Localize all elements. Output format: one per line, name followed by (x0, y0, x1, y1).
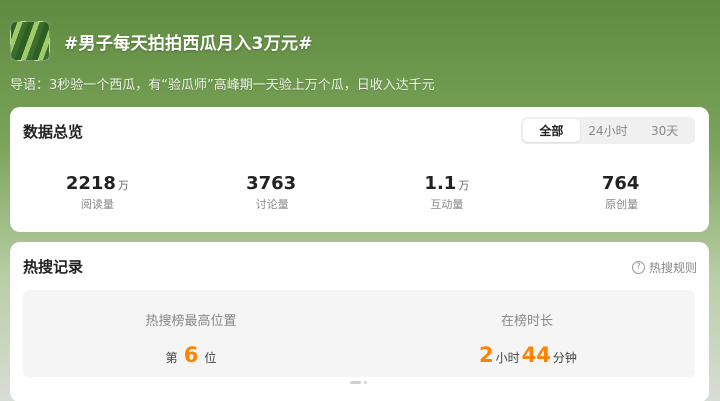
data-overview-card: 数据总览 全部 24小时 30天 2218 万 阅读量 3763 讨论量 1.1… (10, 107, 709, 232)
stat-label: 原创量 (605, 198, 639, 211)
peak-prefix: 第 (165, 351, 178, 365)
stat-value: 3763 (246, 173, 297, 194)
minutes-unit: 分钟 (552, 351, 577, 365)
topic-header: #男子每天拍拍西瓜月入3万元# (10, 18, 710, 64)
stat-label: 讨论量 (255, 198, 289, 211)
inactive-dot (364, 381, 367, 384)
hot-search-card: 热搜记录 ? 热搜规则 热搜榜最高位置 第 6 位 在榜时长 2 小时 44 分… (10, 242, 709, 401)
topic-title: #男子每天拍拍西瓜月入3万元# (64, 33, 313, 54)
stat-value: 2218 (65, 173, 116, 194)
tab-24h[interactable]: 24小时 (580, 119, 637, 142)
hot-search-panel: 热搜榜最高位置 第 6 位 在榜时长 2 小时 44 分钟 (23, 290, 695, 377)
stat-interactions: 1.1 万 互动量 (360, 173, 535, 212)
peak-suffix: 位 (204, 351, 217, 365)
stat-unit: 万 (117, 179, 129, 192)
topic-intro: 导语：3秒验一个西瓜，有“验瓜师”高峰期一天验上万个瓜，日收入达千元 (10, 78, 435, 93)
question-circle-icon: ? (631, 261, 645, 274)
hot-search-title: 热搜记录 (23, 258, 84, 276)
stat-value: 764 (601, 173, 640, 194)
hours-value: 2 (479, 343, 494, 367)
stat-unit: 万 (458, 179, 470, 192)
stat-discussions: 3763 讨论量 (185, 173, 360, 212)
tab-30d[interactable]: 30天 (636, 119, 693, 142)
tab-all[interactable]: 全部 (523, 119, 580, 142)
stats-row: 2218 万 阅读量 3763 讨论量 1.1 万 互动量 764 原创量 (10, 173, 709, 212)
hot-search-rules-link[interactable]: ? 热搜规则 (631, 259, 697, 276)
peak-value: 6 (183, 343, 199, 367)
stat-reads: 2218 万 阅读量 (10, 173, 185, 212)
data-overview-title: 数据总览 (23, 123, 84, 141)
peak-position: 热搜榜最高位置 第 6 位 (23, 290, 359, 377)
stat-originals: 764 原创量 (534, 173, 709, 212)
carousel-indicator (350, 381, 367, 384)
time-range-tabs: 全部 24小时 30天 (521, 117, 695, 144)
stat-label: 阅读量 (80, 198, 114, 211)
hours-unit: 小时 (495, 351, 520, 365)
time-on-list: 在榜时长 2 小时 44 分钟 (359, 290, 695, 377)
peak-position-label: 热搜榜最高位置 (145, 314, 237, 329)
minutes-value: 44 (521, 343, 551, 367)
stat-label: 互动量 (430, 198, 464, 211)
active-dot (350, 381, 361, 384)
rules-label: 热搜规则 (648, 261, 697, 275)
topic-thumbnail (10, 21, 50, 61)
stat-value: 1.1 (424, 173, 457, 194)
time-on-list-label: 在榜时长 (500, 314, 553, 329)
